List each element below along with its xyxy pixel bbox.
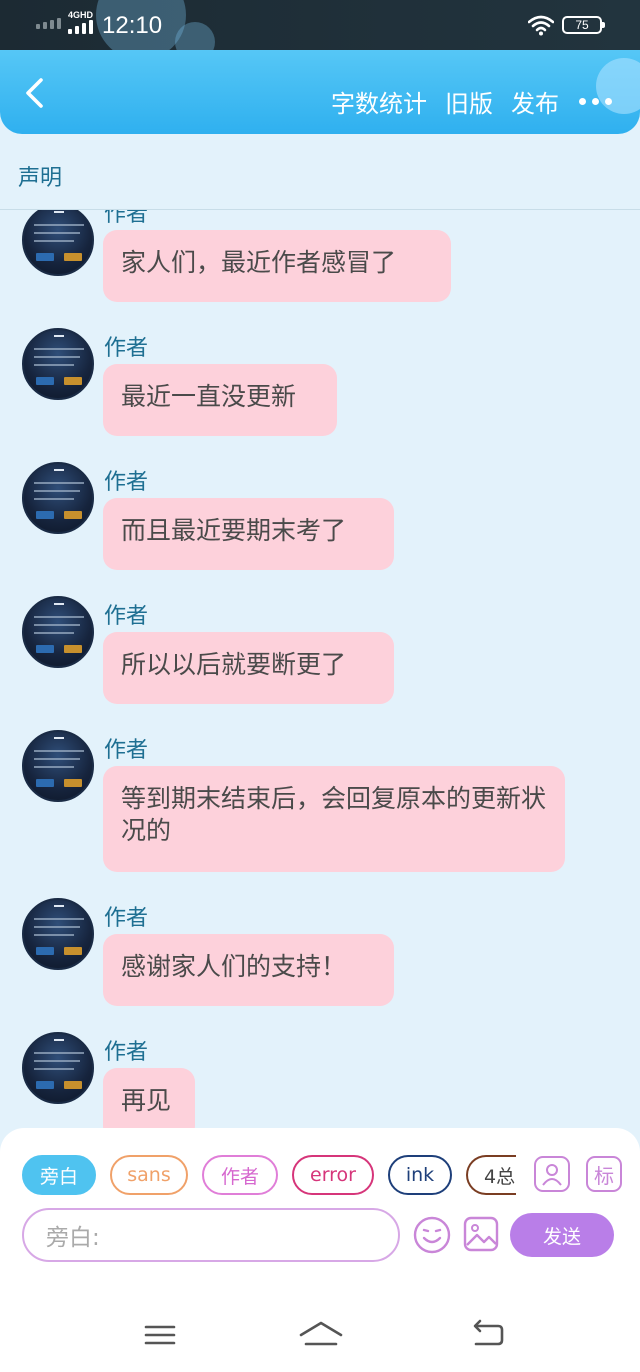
statement-label: 声明 xyxy=(18,166,63,191)
header-actions: 字数统计 旧版 发布 xyxy=(313,84,612,119)
old-version-button[interactable]: 旧版 xyxy=(445,84,493,119)
message-bubble[interactable]: 最近一直没更新 xyxy=(103,364,337,436)
status-bar: 4GHD 12:10 75 xyxy=(0,0,640,50)
message-bubble[interactable]: 所以以后就要断更了 xyxy=(103,632,394,704)
author-avatar[interactable] xyxy=(22,462,94,534)
statement-bar[interactable]: 声明 xyxy=(0,134,640,210)
system-nav-bar xyxy=(0,1298,640,1372)
emoji-icon[interactable] xyxy=(412,1215,452,1255)
wifi-icon xyxy=(528,15,554,36)
word-count-button[interactable]: 字数统计 xyxy=(331,84,427,119)
tag-icon[interactable]: 标 xyxy=(586,1156,622,1192)
role-chips: 旁白 sans 作者 error ink 4总 xyxy=(22,1154,530,1196)
input-row: 旁白: 发送 xyxy=(22,1208,622,1262)
author-avatar[interactable] xyxy=(22,898,94,970)
network-type: 4GHD xyxy=(68,10,94,20)
message-sender: 作者 xyxy=(104,210,149,227)
app-header: 字数统计 旧版 发布 xyxy=(0,50,640,134)
message-sender: 作者 xyxy=(104,604,149,629)
message-sender: 作者 xyxy=(104,470,149,495)
author-avatar[interactable] xyxy=(22,328,94,400)
author-avatar[interactable] xyxy=(22,210,94,276)
home-icon[interactable] xyxy=(298,1318,344,1352)
message-list[interactable]: 作者 家人们，最近作者感冒了 作者 最近一直没更新 作者 而且最近要期末考了 作… xyxy=(0,210,640,1130)
message-sender: 作者 xyxy=(104,906,149,931)
chip-sans[interactable]: sans xyxy=(110,1155,188,1195)
publish-button[interactable]: 发布 xyxy=(511,84,559,119)
clock: 12:10 xyxy=(102,12,163,39)
author-avatar[interactable] xyxy=(22,730,94,802)
send-button[interactable]: 发送 xyxy=(510,1213,614,1257)
signal-sim2-icon xyxy=(68,20,93,34)
author-avatar[interactable] xyxy=(22,596,94,668)
message-input[interactable]: 旁白: xyxy=(22,1208,400,1262)
message-sender: 作者 xyxy=(104,1040,149,1065)
message-sender: 作者 xyxy=(104,738,149,763)
signal-sim1-icon xyxy=(36,18,61,29)
chip-error[interactable]: error xyxy=(292,1155,374,1195)
chip-more[interactable]: 4总 xyxy=(466,1155,516,1195)
chip-ink[interactable]: ink xyxy=(388,1155,452,1195)
message-bubble[interactable]: 感谢家人们的支持！ xyxy=(103,934,394,1006)
message-bubble[interactable]: 家人们，最近作者感冒了 xyxy=(103,230,451,302)
more-options-icon[interactable] xyxy=(579,98,612,105)
chip-narration[interactable]: 旁白 xyxy=(22,1155,96,1195)
battery-indicator: 75 xyxy=(562,16,605,34)
message-bubble[interactable]: 等到期末结束后，会回复原本的更新状况的 xyxy=(103,766,565,872)
menu-icon[interactable] xyxy=(140,1318,180,1352)
author-avatar[interactable] xyxy=(22,1032,94,1104)
message-sender: 作者 xyxy=(104,336,149,361)
back-icon[interactable] xyxy=(20,76,50,110)
chip-author[interactable]: 作者 xyxy=(202,1155,278,1195)
character-icon[interactable] xyxy=(534,1156,570,1192)
image-icon[interactable] xyxy=(462,1215,500,1253)
message-bubble[interactable]: 再见 xyxy=(103,1068,195,1130)
return-icon[interactable] xyxy=(468,1318,508,1352)
message-bubble[interactable]: 而且最近要期末考了 xyxy=(103,498,394,570)
composer-panel: 旁白 sans 作者 error ink 4总 标 旁白: 发送 xyxy=(0,1128,640,1298)
